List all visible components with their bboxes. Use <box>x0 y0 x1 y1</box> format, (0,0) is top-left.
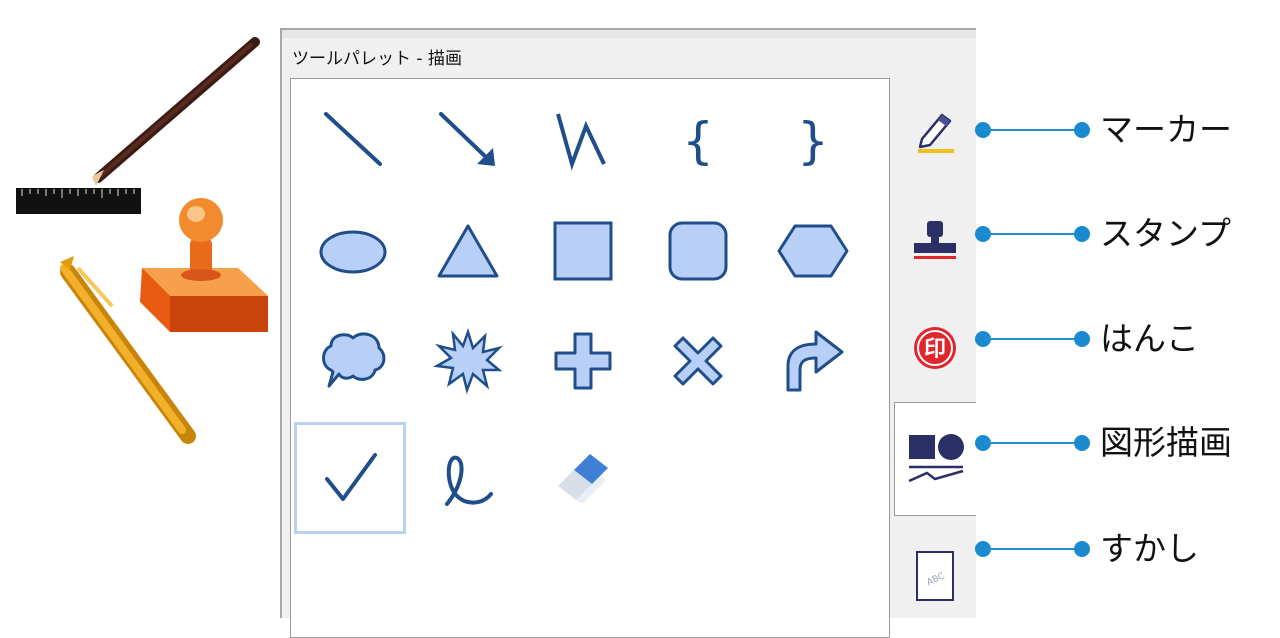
hanko-icon: 印 <box>914 327 956 369</box>
rubber-stamp-icon <box>140 198 268 332</box>
watermark-icon: ABC <box>916 551 954 601</box>
tab-shape-drawing[interactable] <box>894 402 976 516</box>
svg-text:{: { <box>682 112 714 170</box>
clipart-illustration <box>16 37 268 444</box>
pencil-icon <box>92 37 260 186</box>
marker-icon <box>918 113 954 153</box>
curved-arrow-icon <box>786 330 844 392</box>
cross-icon <box>673 336 723 386</box>
tab-stamp[interactable] <box>894 186 976 294</box>
stamp-icon <box>914 221 956 259</box>
callout-dot <box>1074 541 1090 557</box>
tool-grid: { } <box>290 78 890 638</box>
eraser-icon <box>558 454 608 504</box>
freehand-icon <box>445 455 493 506</box>
callout-dot <box>1074 122 1090 138</box>
check-icon <box>325 453 377 501</box>
svg-text:印: 印 <box>924 337 946 362</box>
line-tool[interactable] <box>298 86 408 196</box>
right-brace-tool[interactable]: } <box>758 86 868 196</box>
callout-label-hanko: はんこ <box>1100 319 1199 358</box>
zigzag-icon <box>556 113 606 171</box>
palette-title-bar <box>282 30 976 38</box>
left-brace-icon: { <box>682 112 714 170</box>
rounded-rectangle-icon <box>668 221 728 281</box>
callout-label-watermark: すかし <box>1100 529 1199 568</box>
palette-title: ツールパレット - 描画 <box>292 49 462 69</box>
callout-line <box>983 129 1080 131</box>
explosion-icon <box>433 328 503 395</box>
check-tool[interactable] <box>294 422 406 534</box>
callout-dot <box>1074 435 1090 451</box>
left-brace-tool[interactable]: { <box>643 86 753 196</box>
tool-palette-window: ツールパレット - 描画 { } 印 ABC <box>280 28 976 638</box>
ruler-icon <box>16 188 141 214</box>
ellipse-tool[interactable] <box>298 196 408 306</box>
rectangle-icon <box>553 221 613 281</box>
ellipse-icon <box>319 230 387 274</box>
svg-text:}: } <box>797 112 829 170</box>
callout-label-shape-drawing: 図形描画 <box>1100 423 1232 462</box>
triangle-icon <box>437 224 499 278</box>
right-brace-icon: } <box>797 112 829 170</box>
callout-line <box>983 442 1080 444</box>
speech-bubble-icon <box>322 332 386 388</box>
rectangle-tool[interactable] <box>528 196 638 306</box>
plus-tool[interactable] <box>528 306 638 416</box>
callout-line <box>983 338 1080 340</box>
tab-watermark[interactable]: ABC <box>894 522 976 630</box>
curved-arrow-tool[interactable] <box>758 306 868 416</box>
eraser-tool[interactable] <box>528 424 638 534</box>
callout-line <box>983 548 1080 550</box>
tab-hanko[interactable]: 印 <box>894 294 976 402</box>
triangle-tool[interactable] <box>413 196 523 306</box>
callout-dot <box>1074 226 1090 242</box>
freeline-tool[interactable] <box>528 86 638 196</box>
line-icon <box>324 112 382 166</box>
callout-dot <box>1074 331 1090 347</box>
arrow-icon <box>439 112 495 166</box>
explosion-tool[interactable] <box>413 306 523 416</box>
freehand-tool[interactable] <box>413 424 523 534</box>
callout-line <box>983 233 1080 235</box>
shapes-icon <box>907 434 964 483</box>
speech-bubble-tool[interactable] <box>298 306 408 416</box>
tab-marker[interactable] <box>894 78 976 186</box>
hexagon-tool[interactable] <box>758 196 868 306</box>
palette-tab-bar: 印 ABC <box>894 78 976 638</box>
callout-label-stamp: スタンプ <box>1100 214 1232 253</box>
callout-label-marker: マーカー <box>1100 110 1232 149</box>
hexagon-icon <box>777 224 849 278</box>
arrow-tool[interactable] <box>413 86 523 196</box>
plus-icon <box>554 332 612 390</box>
rounded-rectangle-tool[interactable] <box>643 196 753 306</box>
cross-tool[interactable] <box>643 306 753 416</box>
